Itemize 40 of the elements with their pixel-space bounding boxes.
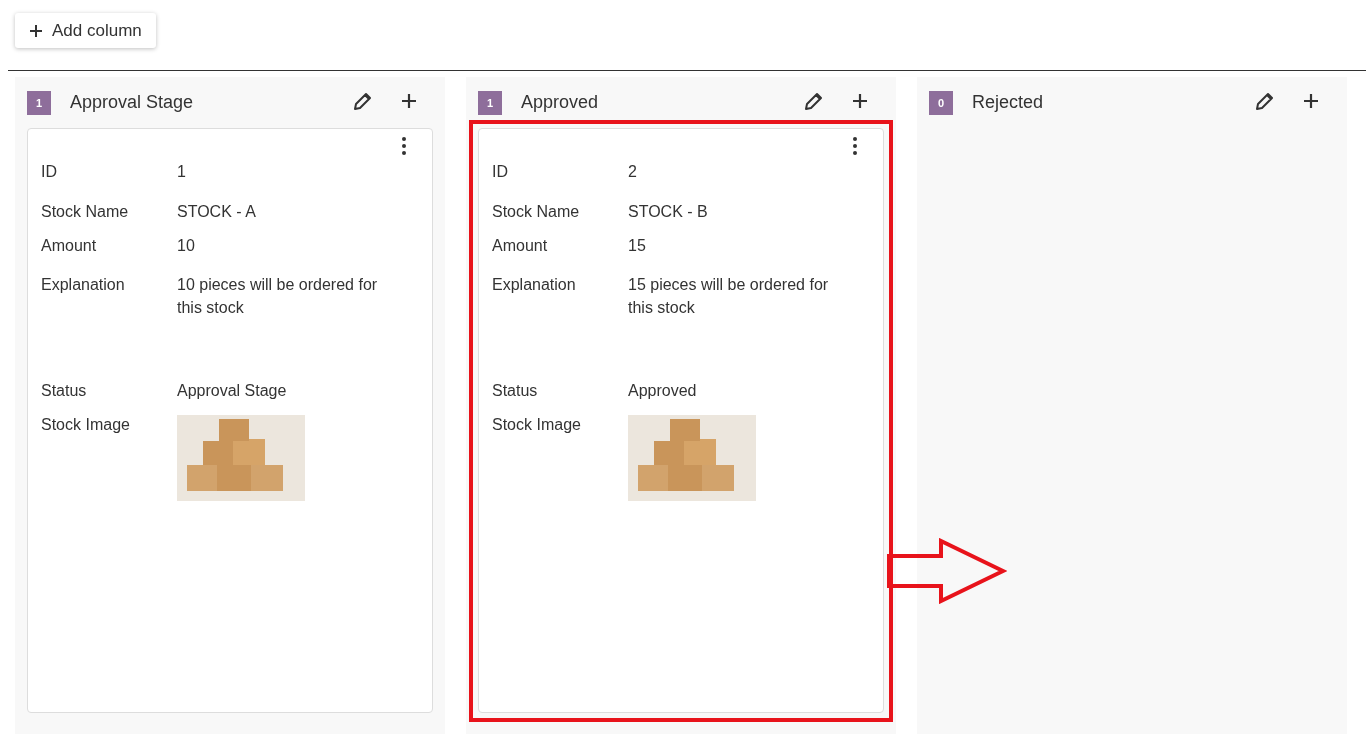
field-label: Status xyxy=(492,381,539,401)
column-title: Approved xyxy=(521,91,600,113)
edit-icon[interactable] xyxy=(1255,91,1275,111)
column-title: Rejected xyxy=(972,91,1045,113)
field-label: ID xyxy=(492,162,509,182)
field-label: Stock Name xyxy=(492,202,581,222)
plus-icon xyxy=(29,23,43,38)
field-value: 15 xyxy=(628,236,647,256)
count-badge: 1 xyxy=(478,91,502,115)
kanban-card[interactable]: ID 2 Stock Name STOCK - B Amount 15 Explanation 15 pieces will be ordered for this stock Status Approved Stock Image xyxy=(478,128,884,713)
field-label: Stock Image xyxy=(492,415,582,435)
field-value: 10 xyxy=(177,236,196,256)
field-label: Amount xyxy=(41,236,98,256)
field-label: Stock Image xyxy=(41,415,131,435)
field-value: 15 pieces will be ordered for this stock xyxy=(628,275,830,318)
field-label: Explanation xyxy=(492,275,577,295)
more-options-icon[interactable] xyxy=(852,136,858,156)
add-icon[interactable] xyxy=(1303,93,1319,109)
kanban-card[interactable]: ID 1 Stock Name STOCK - A Amount 10 Explanation 10 pieces will be ordered for this stock Status Approval Stage Stock Image xyxy=(27,128,433,713)
field-value: Approval Stage xyxy=(177,381,288,401)
field-value: 2 xyxy=(628,162,638,182)
field-value: 1 xyxy=(177,162,187,182)
field-label: Explanation xyxy=(41,275,126,295)
column-title: Approval Stage xyxy=(70,91,195,113)
add-icon[interactable] xyxy=(852,93,868,109)
count-badge: 1 xyxy=(27,91,51,115)
add-column-button[interactable]: Add column xyxy=(15,13,156,48)
field-value: 10 pieces will be ordered for this stock xyxy=(177,275,379,318)
edit-icon[interactable] xyxy=(353,91,373,111)
count-badge: 0 xyxy=(929,91,953,115)
field-label: Amount xyxy=(492,236,549,256)
more-options-icon[interactable] xyxy=(401,136,407,156)
field-value: STOCK - A xyxy=(177,202,257,222)
field-value: Approved xyxy=(628,381,698,401)
field-label: ID xyxy=(41,162,58,182)
field-value: STOCK - B xyxy=(628,202,709,222)
add-icon[interactable] xyxy=(401,93,417,109)
edit-icon[interactable] xyxy=(804,91,824,111)
field-label: Status xyxy=(41,381,88,401)
field-label: Stock Name xyxy=(41,202,130,222)
